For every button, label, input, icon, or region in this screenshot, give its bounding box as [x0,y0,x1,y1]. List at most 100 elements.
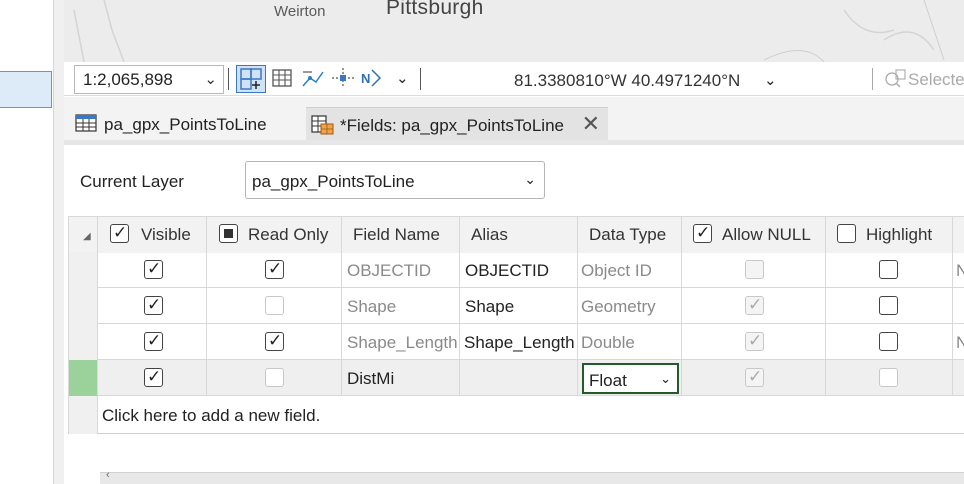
highlight-checkbox[interactable] [879,296,898,315]
fields-icon [311,115,334,135]
current-layer-label: Current Layer [80,172,184,191]
fixed-zoom-icon [240,68,262,90]
chevron-down-icon[interactable]: ⌄ [396,69,409,87]
cell-more[interactable]: N [953,252,964,288]
cell-field-name[interactable]: OBJECTID [342,252,460,288]
column-header-read-only[interactable]: Read Only [207,217,342,253]
alias-text: OBJECTID [465,261,550,280]
view-tabs: pa_gpx_PointsToLine *Fields: pa_gpx_Poin… [64,97,964,141]
data-type-text: Object ID [581,261,652,280]
allow-null-checkbox[interactable]: ✓ [745,367,764,387]
row-selector[interactable] [68,360,98,396]
read-only-checkbox[interactable]: ✓ [265,259,284,279]
chevron-down-icon: ⌄ [524,171,536,187]
cell-more[interactable] [953,360,964,396]
cell-alias[interactable] [460,360,578,396]
column-header-label: Visible [141,225,191,244]
grid-button[interactable] [268,65,298,93]
visible-checkbox[interactable]: ✓ [144,367,163,387]
scroll-left-icon[interactable]: ‹ [106,469,110,481]
cell-alias[interactable]: Shape_Length [460,324,578,360]
row-selector[interactable] [68,288,98,324]
cell-allow-null: ✓ [682,288,826,324]
row-selector[interactable] [68,252,98,288]
current-layer-dropdown[interactable]: pa_gpx_PointsToLine ⌄ [245,161,545,199]
tab-fields-view[interactable]: *Fields: pa_gpx_PointsToLine ✕ [306,107,608,141]
column-header-label: Data Type [589,225,667,244]
column-header-visible[interactable]: ✓ Visible [98,217,207,253]
table-row[interactable]: ✓ ✓ OBJECTID OBJECTID Object ID N [68,252,964,288]
highlight-checkbox[interactable] [879,368,898,387]
column-header-data-type[interactable]: Data Type [578,217,682,253]
data-type-dropdown[interactable]: Float ⌄ [582,363,679,394]
visible-all-checkbox[interactable]: ✓ [110,223,129,243]
highlight-all-checkbox[interactable] [837,224,856,243]
column-header-alias[interactable]: Alias [460,217,578,253]
toolbar-separator [228,68,229,90]
left-dock-selected-item[interactable] [0,71,52,108]
cell-data-type: Float ⌄ [578,360,682,396]
cell-read-only [207,360,342,396]
row-selector[interactable] [68,324,98,360]
north-arrow-icon: N [361,69,382,87]
current-layer-value: pa_gpx_PointsToLine [252,172,415,191]
chevron-down-icon: ⌄ [660,371,671,386]
table-row[interactable]: ✓ Shape Shape Geometry ✓ [68,288,964,324]
add-field-row[interactable]: Click here to add a new field. [68,396,964,434]
table-row-active[interactable]: ✓ DistMi Float ⌄ ✓ [68,360,964,396]
cell-data-type[interactable]: Object ID [578,252,682,288]
tab-label: *Fields: pa_gpx_PointsToLine [340,116,564,135]
highlight-checkbox[interactable] [879,260,898,279]
zoom-to-selection-icon [885,69,906,88]
allow-null-all-checkbox[interactable]: ✓ [693,223,712,243]
cell-more[interactable]: N [953,324,964,360]
table-icon [75,114,97,132]
cell-field-name[interactable]: DistMi [342,360,460,396]
column-header-field-name[interactable]: Field Name [342,217,460,253]
highlight-checkbox[interactable] [879,332,898,351]
table-row[interactable]: ✓ ✓ Shape_Length Shape_Length Double ✓ N [68,324,964,360]
chevron-down-icon[interactable]: ⌄ [764,71,777,89]
add-field-text[interactable]: Click here to add a new field. [102,406,320,426]
toolbar-separator [420,68,421,90]
column-header-highlight[interactable]: Highlight [826,217,953,253]
close-icon[interactable]: ✕ [582,111,600,137]
fixed-zoom-button[interactable] [236,65,266,93]
read-only-checkbox[interactable] [265,368,284,387]
allow-null-checkbox[interactable] [745,260,764,279]
cell-field-name[interactable]: Shape [342,288,460,324]
selected-features-indicator[interactable]: Selecte [884,68,964,90]
map-view[interactable]: Weirton Pittsburgh [64,0,964,62]
cell-more[interactable] [953,288,964,324]
cell-alias[interactable]: Shape [460,288,578,324]
visible-checkbox[interactable]: ✓ [144,259,163,279]
allow-null-checkbox[interactable]: ✓ [745,295,764,315]
read-only-all-checkbox[interactable] [219,224,238,243]
column-header-more[interactable] [953,217,964,253]
select-all-corner[interactable]: ◢ [68,217,98,253]
cell-highlight [826,324,953,360]
cell-data-type[interactable]: Geometry [578,288,682,324]
tab-attribute-table[interactable]: pa_gpx_PointsToLine [70,107,300,141]
read-only-checkbox[interactable] [265,296,284,315]
panel-gutter [54,0,64,484]
visible-checkbox[interactable]: ✓ [144,331,163,351]
cell-data-type[interactable]: Double [578,324,682,360]
cell-visible: ✓ [98,252,207,288]
visible-checkbox[interactable]: ✓ [144,295,163,315]
guides-button[interactable] [328,65,358,93]
toolbar-separator [872,68,873,90]
guide-icon [332,68,354,88]
column-header-allow-null[interactable]: ✓ Allow NULL [682,217,826,253]
cell-highlight [826,360,953,396]
selected-features-label: Selecte [908,70,964,89]
read-only-checkbox[interactable]: ✓ [265,331,284,351]
cell-field-name[interactable]: Shape_Length [342,324,460,360]
north-arrow-button[interactable]: N [358,65,382,93]
cell-read-only: ✓ [207,324,342,360]
allow-null-checkbox[interactable]: ✓ [745,331,764,351]
horizontal-scrollbar[interactable]: ‹ [100,469,964,484]
scale-selector[interactable]: 1:2,065,898 ⌄ [74,65,224,94]
cell-alias[interactable]: OBJECTID [460,252,578,288]
snapping-button[interactable] [298,65,328,93]
